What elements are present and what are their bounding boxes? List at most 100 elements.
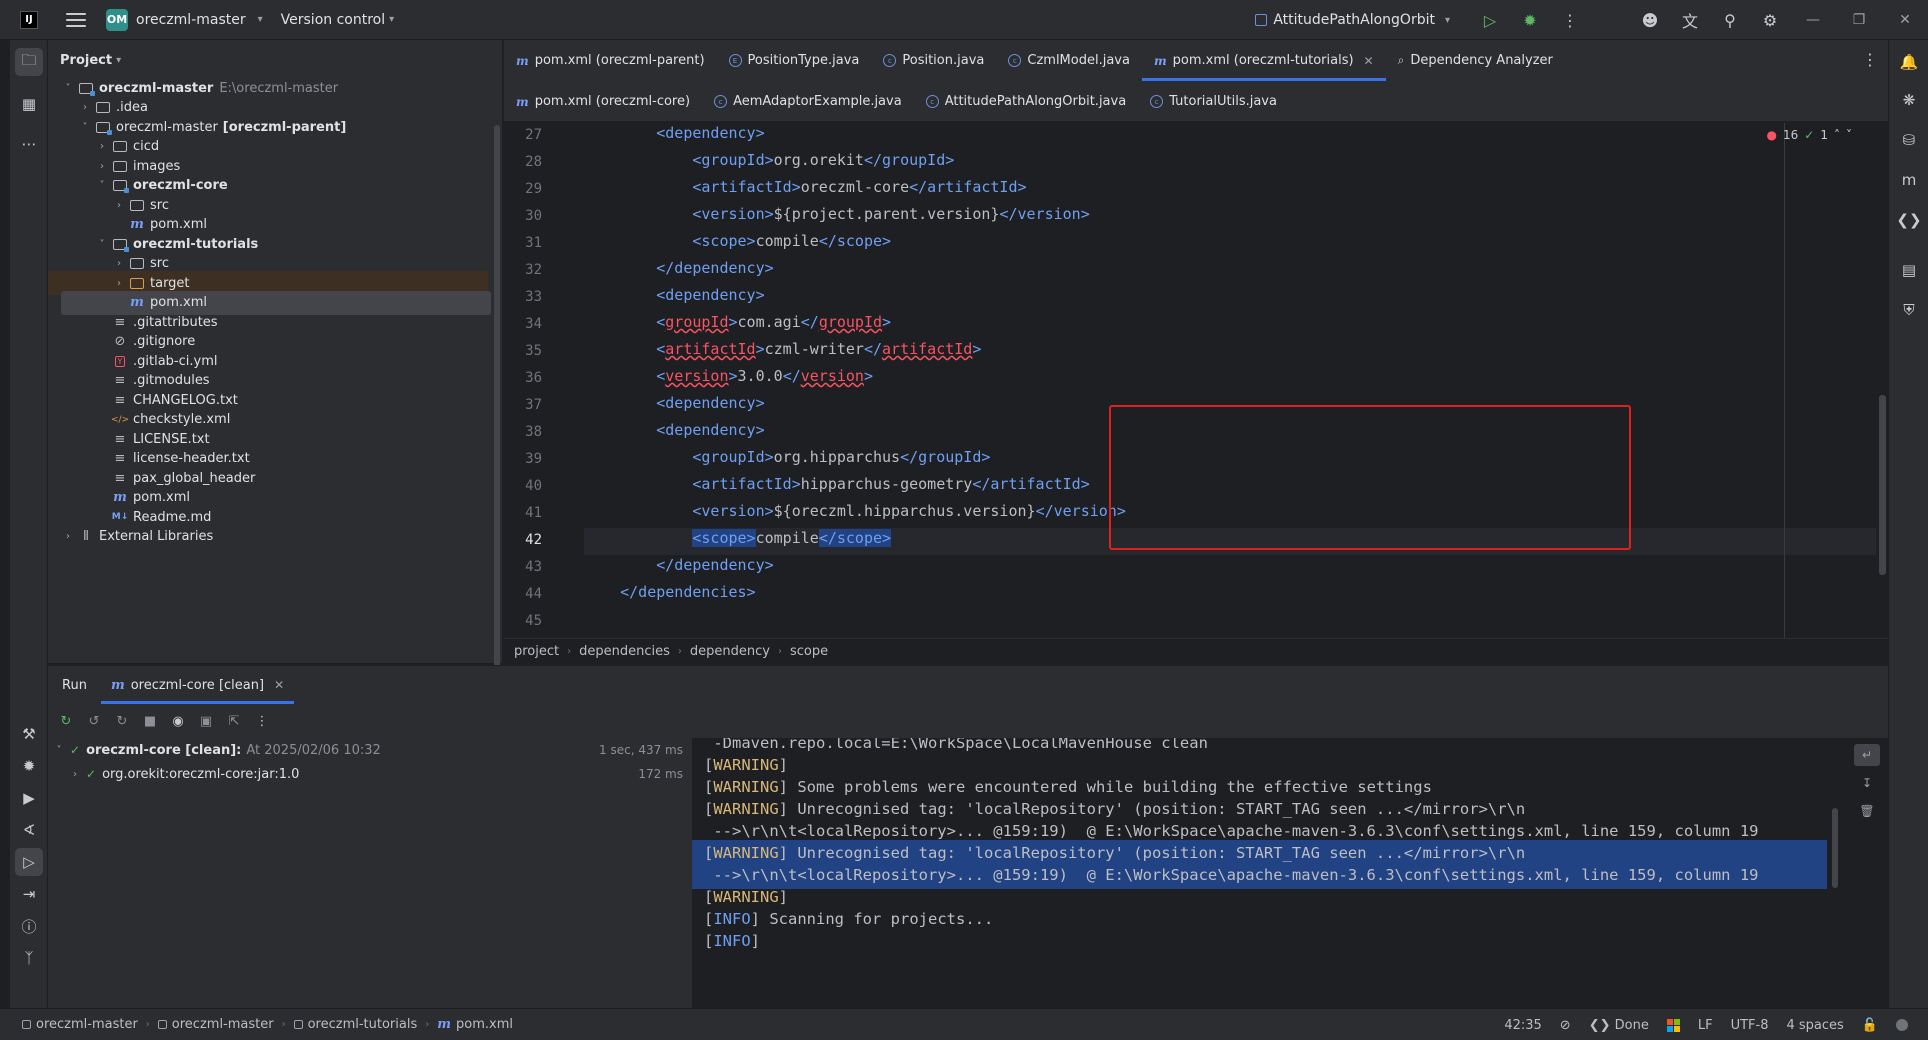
editor-tab[interactable]: m pom.xml (oreczml-tutorials) ✕	[1141, 40, 1386, 81]
translation-icon[interactable]: ▤	[1895, 256, 1923, 284]
editor-tab[interactable]: c AemAdaptorExample.java	[702, 81, 914, 122]
ai-assistant-icon[interactable]: ❋	[1895, 86, 1923, 114]
close-icon[interactable]: ✕	[1364, 54, 1374, 68]
run-icon[interactable]: ▷	[1470, 0, 1510, 40]
status-crumb[interactable]: oreczml-master	[157, 1017, 274, 1032]
soft-wrap-icon[interactable]: ↵	[1854, 744, 1880, 766]
git-tool-icon[interactable]: ᛉ	[15, 944, 43, 972]
chevron-right-icon[interactable]: ›	[61, 531, 75, 542]
tree-item[interactable]: › ⫴ External Libraries	[48, 525, 488, 549]
close-window-icon[interactable]: ✕	[1882, 0, 1928, 40]
profiler-tool-icon[interactable]: ∢	[15, 816, 43, 844]
more-actions-icon[interactable]: ⋮	[1550, 0, 1590, 40]
scroll-to-end-icon[interactable]: ↧	[1854, 772, 1880, 794]
toggle-offline-icon[interactable]: ↻	[110, 709, 134, 733]
chevron-right-icon[interactable]: ›	[112, 200, 126, 211]
memory-indicator-icon[interactable]	[1896, 1019, 1908, 1031]
debug-tool-icon[interactable]: ✹	[15, 752, 43, 780]
chevron-right-icon[interactable]: ›	[95, 161, 109, 172]
search-icon[interactable]: ⚲	[1710, 0, 1750, 40]
database-icon[interactable]: ⛁	[1895, 126, 1923, 154]
clear-all-icon[interactable]: 🗑	[1854, 800, 1880, 822]
read-only-lock-icon[interactable]: 🔓	[1862, 1018, 1878, 1033]
run-config-selector[interactable]: AttitudePathAlongOrbit ▾	[1255, 12, 1450, 28]
breadcrumb-item[interactable]: project	[514, 644, 559, 659]
no-power-save-icon[interactable]: ⊘	[1560, 1018, 1571, 1033]
tab-options-icon[interactable]: ⋮	[1862, 50, 1878, 69]
breadcrumb-item[interactable]: scope	[790, 644, 828, 659]
status-crumb[interactable]: oreczml-tutorials	[293, 1017, 417, 1032]
chevron-down-icon[interactable]: ˅	[61, 83, 75, 94]
caret-position[interactable]: 42:35	[1504, 1018, 1541, 1033]
chevron-right-icon[interactable]: ›	[112, 258, 126, 269]
rerun-icon[interactable]: ↻	[54, 709, 78, 733]
restore-icon[interactable]: ❐	[1836, 0, 1882, 40]
structure-tool-icon[interactable]: ▦	[15, 90, 43, 118]
chevron-right-icon[interactable]: ›	[78, 102, 92, 113]
build-tool-icon[interactable]: ⚒	[15, 720, 43, 748]
main-menu-icon[interactable]	[66, 12, 86, 27]
services-tool-icon[interactable]: ▶	[15, 784, 43, 812]
run-tree-item[interactable]: ˅ ✓ oreczml-core [clean]: At 2025/02/06 10:…	[48, 738, 691, 762]
add-user-icon[interactable]: ☻	[1630, 0, 1670, 40]
more-icon[interactable]: ⋮	[250, 709, 274, 733]
breadcrumb-item[interactable]: dependency	[690, 644, 770, 659]
project-panel-header[interactable]: Project ▾	[48, 40, 502, 80]
project-scrollbar[interactable]	[494, 125, 500, 685]
status-crumb[interactable]: oreczml-master	[22, 1017, 138, 1032]
terminal-tool-icon[interactable]: ⇥	[15, 880, 43, 908]
editor-tab[interactable]: m pom.xml (oreczml-parent)	[504, 40, 717, 81]
editor-tab[interactable]: c CzmlModel.java	[996, 40, 1142, 81]
stop-icon[interactable]: ■	[138, 709, 162, 733]
chevron-up-icon[interactable]: ˄	[1834, 128, 1840, 142]
chevron-down-icon[interactable]: ˅	[78, 122, 92, 133]
problems-tool-icon[interactable]: ⓘ	[15, 912, 43, 940]
chevron-down-icon[interactable]: ˅	[1846, 128, 1852, 142]
status-crumb[interactable]: m pom.xml	[437, 1017, 513, 1032]
run-tree-item[interactable]: › ✓ org.orekit:oreczml-core:jar:1.0 172 ms	[48, 762, 691, 786]
editor-tab[interactable]: c TutorialUtils.java	[1138, 81, 1289, 122]
project-switcher[interactable]: OM oreczml-master ▾	[106, 8, 263, 31]
editor-tab-label: TutorialUtils.java	[1169, 94, 1277, 109]
editor-tab[interactable]: c Position.java	[871, 40, 996, 81]
console-output[interactable]: -Dmaven.repo.local=E:\WorkSpace\LocalMav…	[691, 738, 1888, 1009]
file-encoding[interactable]: UTF-8	[1731, 1018, 1769, 1033]
export-icon[interactable]: ⇱	[222, 709, 246, 733]
security-icon[interactable]: ⛨	[1895, 296, 1923, 324]
editor-tab[interactable]: m pom.xml (oreczml-core)	[504, 81, 702, 122]
rerun-failed-icon[interactable]: ↺	[82, 709, 106, 733]
chevron-right-icon[interactable]: ›	[68, 769, 82, 780]
code-editor[interactable]: 27 28 29 30 31 32 33 34 35 36 37 38 39 40 41 42 43 44 45 <…	[504, 123, 1888, 638]
chevron-right-icon[interactable]: ›	[95, 141, 109, 152]
settings-icon[interactable]: ⚙	[1750, 0, 1790, 40]
project-tool-icon[interactable]: 🗀	[15, 48, 43, 76]
more-tools-icon[interactable]: ⋯	[15, 130, 43, 158]
console-scrollbar[interactable]	[1832, 808, 1838, 888]
chevron-down-icon[interactable]: ˅	[95, 239, 109, 250]
inspection-widget[interactable]: ● 16 ✓ 1 ˄ ˅	[1767, 128, 1852, 142]
notifications-icon[interactable]: 🔔	[1895, 48, 1923, 76]
line-separator[interactable]: LF	[1698, 1018, 1713, 1033]
chevron-down-icon[interactable]: ˅	[95, 180, 109, 191]
breadcrumb-item[interactable]: dependencies	[579, 644, 670, 659]
screenshot-icon[interactable]: ▣	[194, 709, 218, 733]
indent-setting[interactable]: 4 spaces	[1786, 1018, 1843, 1033]
editor-tab[interactable]: c AttitudePathAlongOrbit.java	[914, 81, 1138, 122]
endpoints-icon[interactable]: ❮❯	[1895, 206, 1923, 234]
run-tab[interactable]: m oreczml-core [clean] ✕	[100, 666, 295, 704]
debug-icon[interactable]: ✹	[1510, 0, 1550, 40]
run-tool-icon[interactable]: ▷	[15, 848, 43, 876]
show-icon[interactable]: ◉	[166, 709, 190, 733]
xml-tag: >	[882, 313, 892, 331]
editor-tab[interactable]: E PositionType.java	[717, 40, 872, 81]
translate-icon[interactable]: 文	[1670, 0, 1710, 40]
maven-tool-icon[interactable]: m	[1895, 166, 1923, 194]
close-icon[interactable]: ✕	[274, 678, 284, 692]
ai-status[interactable]: ❮❯ Done	[1589, 1018, 1649, 1033]
minimize-icon[interactable]: —	[1790, 0, 1836, 40]
version-control-menu[interactable]: Version control ▾	[281, 12, 395, 28]
editor-tab[interactable]: ⌕ Dependency Analyzer	[1386, 40, 1565, 81]
chevron-right-icon[interactable]: ›	[112, 278, 126, 289]
editor-scrollbar[interactable]	[1879, 395, 1886, 575]
chevron-down-icon[interactable]: ˅	[52, 745, 66, 756]
